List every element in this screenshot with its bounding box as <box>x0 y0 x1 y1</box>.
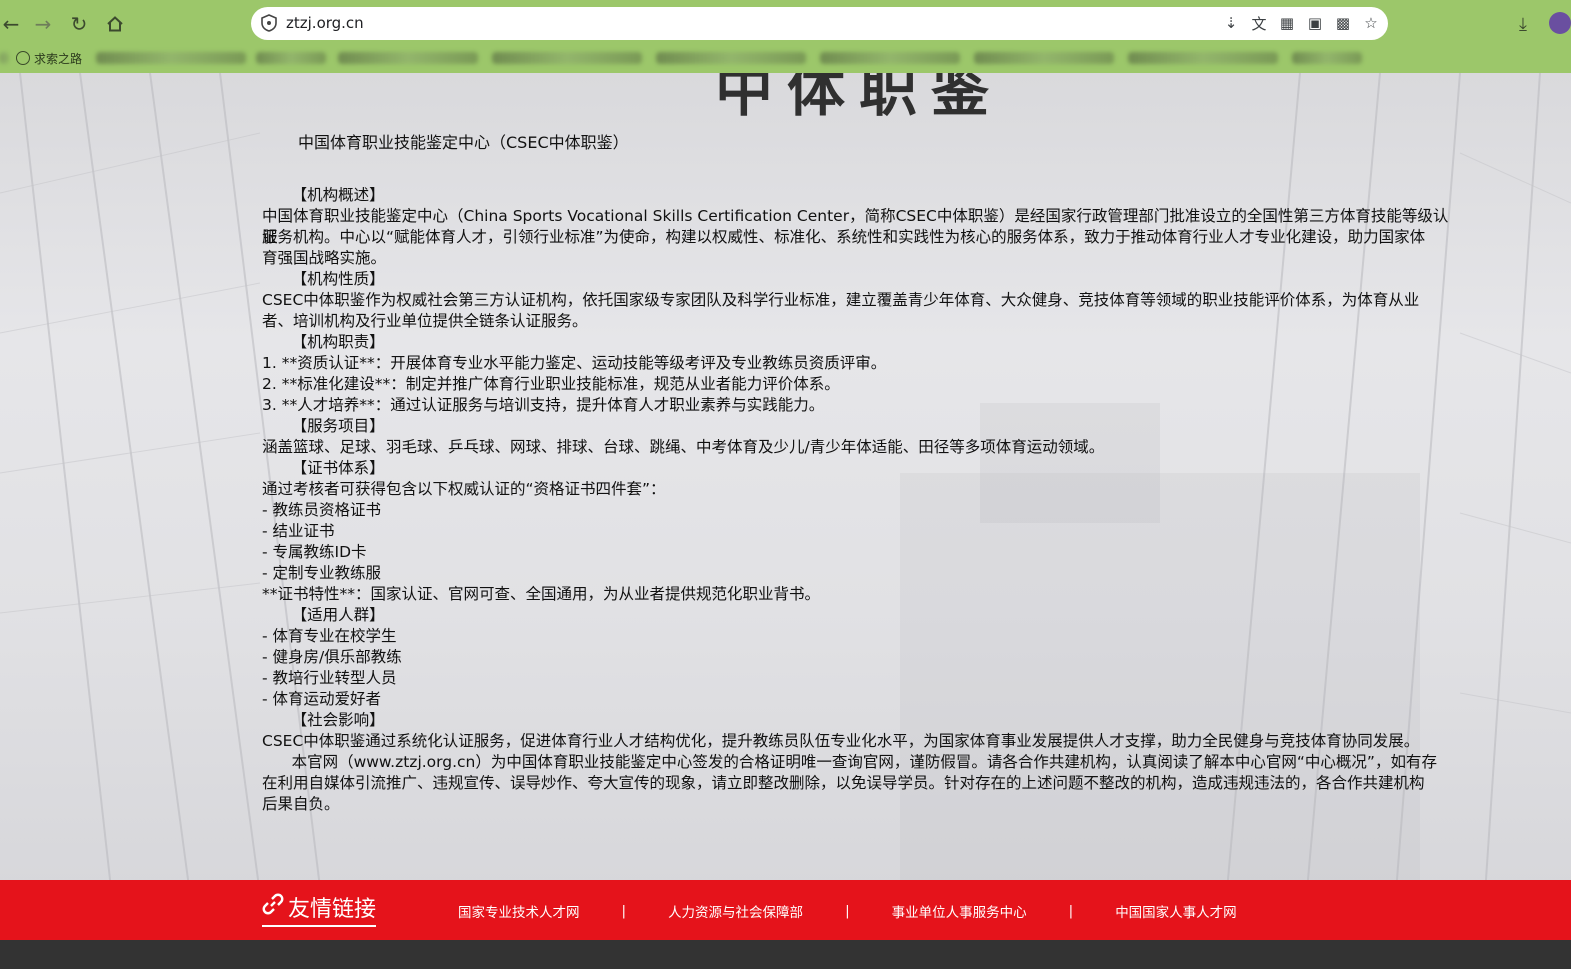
bookmark-blurred[interactable] <box>338 52 479 64</box>
article-line: - 体育专业在校学生 <box>262 627 397 645</box>
reload-icon[interactable]: ↻ <box>64 9 94 39</box>
section-heading: 【适用人群】 <box>262 606 385 624</box>
hero-title: 中体职鉴 <box>715 73 1004 124</box>
browser-toolbar: ← → ↻ ztzj.org.cn ⇣ 文 ▦ ▣ ▩ ☆ ⤓ 求索之路 <box>0 0 1571 73</box>
bookmark-blurred[interactable] <box>96 52 247 64</box>
article-line: 2. **标准化建设**：制定并推广体育行业职业技能标准，规范从业者能力评价体系… <box>262 375 840 393</box>
article-line: - 体育运动爱好者 <box>262 690 382 708</box>
profile-avatar[interactable] <box>1549 12 1571 34</box>
article-line: 服务机构。中心以“赋能体育人才，引领行业标准”为使命，构建以权威性、标准化、系统… <box>262 228 1426 246</box>
footer-link-talent-network[interactable]: 国家专业技术人才网 <box>458 901 580 921</box>
section-heading: 【服务项目】 <box>262 417 385 435</box>
section-heading: 【机构性质】 <box>262 270 385 288</box>
article-line: 育强国战略实施。 <box>262 249 387 267</box>
friendly-links-bar: 友情链接 国家专业技术人才网 | 人力资源与社会保障部 | 事业单位人事服务中心… <box>0 880 1571 940</box>
footer-link-hr-ministry[interactable]: 人力资源与社会保障部 <box>668 901 803 921</box>
extensions-grid-icon[interactable]: ▣ <box>1304 12 1326 34</box>
article-line: CSEC中体职鉴作为权威社会第三方认证机构，依托国家级专家团队及科学行业标准，建… <box>262 291 1420 309</box>
bookmark-blurred[interactable] <box>0 52 8 64</box>
article-line: 1. **资质认证**：开展体育专业水平能力鉴定、运动技能等级考评及专业教练员资… <box>262 354 887 372</box>
article-line: - 教培行业转型人员 <box>262 669 397 687</box>
article-line: 者、培训机构及行业单位提供全链条认证服务。 <box>262 312 588 330</box>
footer-links: 国家专业技术人才网 | 人力资源与社会保障部 | 事业单位人事服务中心 | 中国… <box>458 901 1237 921</box>
article-line: 在利用自媒体引流推广、违规宣传、误导炒作、夸大宣传的现象，请立即整改删除，以免误… <box>262 774 1425 792</box>
bookmark-blurred[interactable] <box>256 52 327 64</box>
footer-separator: | <box>845 903 850 919</box>
friendly-links-label: 友情链接 <box>288 897 377 922</box>
page-content: 中体职鉴 中国体育职业技能鉴定中心（CSEC中体职鉴） 【机构概述】 中国体育职业… <box>0 73 1571 969</box>
bottom-bar <box>0 940 1571 969</box>
article-line: **证书特性**：国家认证、官网可查、全国通用，为从业者提供规范化职业背书。 <box>262 585 821 603</box>
home-icon[interactable] <box>100 9 130 39</box>
download-icon[interactable]: ⤓ <box>1510 11 1536 37</box>
back-arrow-icon[interactable]: ← <box>0 9 26 39</box>
article-line: 3. **人才培养**：通过认证服务与培训支持，提升体育人才职业素养与实践能力。 <box>262 396 825 414</box>
bookmark-blurred[interactable] <box>656 52 807 64</box>
footer-link-national-personnel[interactable]: 中国国家人事人才网 <box>1115 901 1237 921</box>
article-line: 本官网（www.ztzj.org.cn）为中国体育职业技能鉴定中心签发的合格证明… <box>262 753 1437 771</box>
article-line: - 专属教练ID卡 <box>262 543 367 561</box>
footer-separator: | <box>1068 903 1074 919</box>
page-subtitle: 中国体育职业技能鉴定中心（CSEC中体职鉴） <box>298 133 629 152</box>
address-bar[interactable]: ztzj.org.cn ⇣ 文 ▦ ▣ ▩ ☆ <box>251 7 1388 40</box>
site-info-icon[interactable] <box>259 13 279 33</box>
install-app-icon[interactable]: ⇣ <box>1220 12 1242 34</box>
article-line: - 健身房/俱乐部教练 <box>262 648 402 666</box>
section-heading: 【社会影响】 <box>262 711 385 729</box>
bookmarks-bar: 求索之路 <box>0 46 1571 70</box>
url-text[interactable]: ztzj.org.cn <box>286 14 364 32</box>
friendly-links-title: 友情链接 <box>262 891 377 927</box>
bookmark-blurred[interactable] <box>1292 52 1363 64</box>
bookmark-star-icon[interactable]: ☆ <box>1360 12 1382 34</box>
section-heading: 【证书体系】 <box>262 459 385 477</box>
qr-code-icon[interactable]: ▩ <box>1332 12 1354 34</box>
bookmark-blurred[interactable] <box>974 52 1115 64</box>
section-heading: 【机构职责】 <box>262 333 385 351</box>
translate-icon[interactable]: 文 <box>1248 12 1270 34</box>
article-line: 通过考核者可获得包含以下权威认证的“资格证书四件套”： <box>262 480 666 498</box>
bookmark-label: 求索之路 <box>34 51 83 66</box>
article-line: - 教练员资格证书 <box>262 501 382 519</box>
link-chain-icon <box>262 893 284 921</box>
bookmark-item[interactable]: 求索之路 <box>16 50 82 67</box>
article-line: CSEC中体职鉴通过系统化认证服务，促进体育行业人才结构优化，提升教练员队伍专业… <box>262 732 1420 750</box>
reader-mode-icon[interactable]: ▦ <box>1276 12 1298 34</box>
bookmark-blurred[interactable] <box>820 52 961 64</box>
article-line: 后果自负。 <box>262 795 340 813</box>
footer-separator: | <box>621 903 627 919</box>
article-line: 涵盖篮球、足球、羽毛球、乒乓球、网球、排球、台球、跳绳、中考体育及少儿/青少年体… <box>262 438 1105 456</box>
bookmark-blurred[interactable] <box>492 52 643 64</box>
article-line: - 定制专业教练服 <box>262 564 382 582</box>
article-line: - 结业证书 <box>262 522 335 540</box>
forward-arrow-icon[interactable]: → <box>28 9 58 39</box>
bookmark-blurred[interactable] <box>1128 52 1279 64</box>
footer-link-personnel-service[interactable]: 事业单位人事服务中心 <box>892 901 1027 921</box>
section-heading: 【机构概述】 <box>262 186 385 204</box>
globe-icon <box>16 51 30 65</box>
